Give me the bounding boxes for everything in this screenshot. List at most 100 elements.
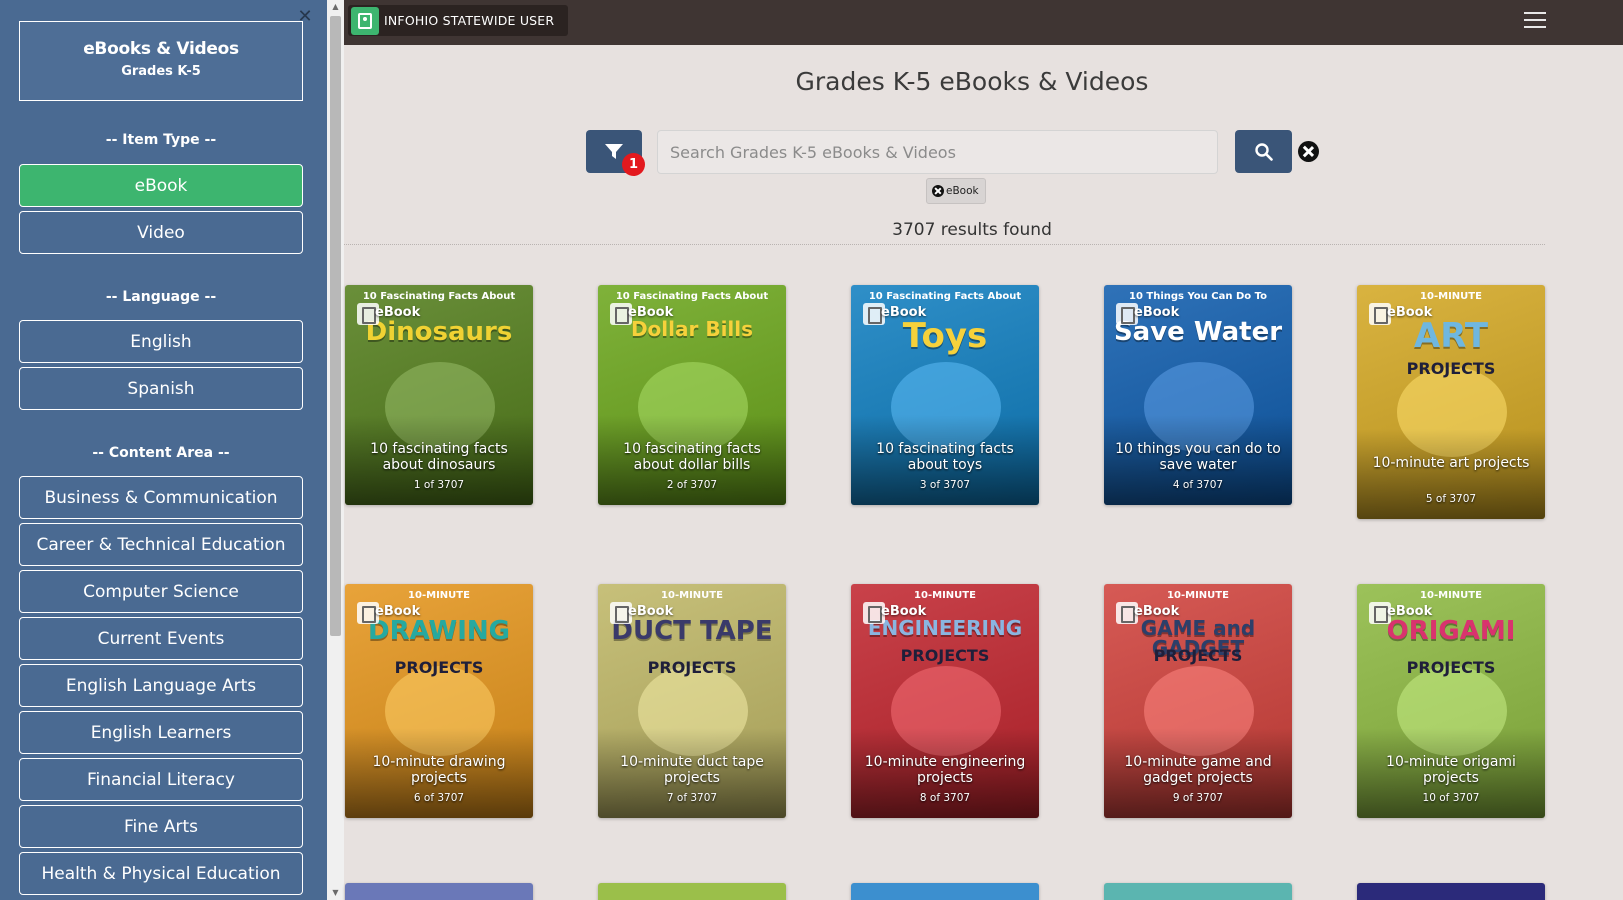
book-position: 2 of 3707 xyxy=(666,479,718,491)
book-card[interactable]: 10 Fascinating Facts About Dollar Bills eB… xyxy=(598,285,786,505)
filter-button[interactable]: 1 xyxy=(586,130,645,176)
book-card[interactable]: 10-MINUTE ENGINEERING PROJECTS eBook 10-minu… xyxy=(851,584,1039,818)
content-area-current-events[interactable]: Current Events xyxy=(19,617,303,660)
book-caption: 10-minute game and gadget projects xyxy=(1124,754,1272,786)
user-badge[interactable]: INFOHIO STATEWIDE USER xyxy=(348,5,569,36)
cover-projects-text: PROJECTS xyxy=(647,658,737,677)
item-type-label: eBook xyxy=(375,305,421,320)
section-language: -- Language -- xyxy=(105,289,217,305)
book-caption: 10-minute engineering projects xyxy=(864,754,1026,786)
book-position: 3 of 3707 xyxy=(919,479,971,491)
caption-shade xyxy=(1357,429,1545,519)
book-position: 8 of 3707 xyxy=(919,792,971,804)
cover-series-text: 10-MINUTE xyxy=(408,590,470,601)
filter-count-badge: 1 xyxy=(622,153,645,176)
section-content-area: -- Content Area -- xyxy=(92,445,230,461)
book-card[interactable]: 10-MINUTE GAME and GADGET PROJECTS eBook 10-… xyxy=(1104,584,1292,818)
book-caption: 10-minute duct tape projects xyxy=(620,754,764,786)
book-caption: 10 fascinating facts about toys xyxy=(876,441,1014,473)
scroll-thumb[interactable] xyxy=(330,16,341,636)
magnifier-icon xyxy=(1255,143,1273,161)
item-type-label: eBook xyxy=(1134,604,1180,619)
content-area-english-language-arts[interactable]: English Language Arts xyxy=(19,664,303,707)
filter-english-button[interactable]: English xyxy=(19,320,303,363)
sidebar-title: eBooks & Videos xyxy=(83,39,239,59)
book-card-partial[interactable] xyxy=(1104,883,1292,900)
search-button[interactable] xyxy=(1235,130,1292,173)
remove-chip-icon[interactable] xyxy=(932,185,944,197)
cover-projects-text: PROJECTS xyxy=(1406,359,1496,378)
content-area-financial-literacy[interactable]: Financial Literacy xyxy=(19,758,303,801)
book-caption: 10-minute drawing projects xyxy=(372,754,506,786)
item-type-label: eBook xyxy=(1387,604,1433,619)
book-caption: 10 things you can do to save water xyxy=(1115,441,1281,473)
content-area-business[interactable]: Business & Communication xyxy=(19,476,303,519)
cover-series-text: 10-MINUTE xyxy=(1420,291,1482,302)
book-card[interactable]: 10-MINUTE ART PROJECTS eBook 10-minute art p… xyxy=(1357,285,1545,519)
cover-series-text: 10 Fascinating Facts About xyxy=(868,291,1022,302)
cover-projects-text: PROJECTS xyxy=(1406,658,1496,677)
top-bar: INFOHIO STATEWIDE USER xyxy=(344,0,1623,45)
clear-search-icon[interactable] xyxy=(1298,141,1319,162)
cover-series-text: 10-MINUTE xyxy=(661,590,723,601)
cover-series-text: 10-MINUTE xyxy=(914,590,976,601)
content-area-fine-arts[interactable]: Fine Arts xyxy=(19,805,303,848)
book-caption: 10 fascinating facts about dollar bills xyxy=(623,441,761,473)
user-name: INFOHIO STATEWIDE USER xyxy=(384,13,555,28)
scroll-up-arrow-icon[interactable]: ▲ xyxy=(327,0,344,14)
book-caption: 10 fascinating facts about dinosaurs xyxy=(370,441,508,473)
chip-label: eBook xyxy=(946,185,979,197)
book-card[interactable]: 10-MINUTE ORIGAMI PROJECTS eBook 10-minute o… xyxy=(1357,584,1545,818)
sidebar-scrollbar[interactable]: ▲ ▼ xyxy=(327,0,344,900)
item-type-label: eBook xyxy=(881,305,927,320)
page-title: Grades K-5 eBooks & Videos xyxy=(795,67,1149,96)
sidebar: ✕ eBooks & Videos Grades K-5 -- Item Typ… xyxy=(0,0,327,900)
book-card[interactable]: 10 Fascinating Facts About Toys eBook 10 fa… xyxy=(851,285,1039,505)
book-card-partial[interactable] xyxy=(1357,883,1545,900)
section-item-type: -- Item Type -- xyxy=(105,132,217,148)
book-card[interactable]: 10 Things You Can Do To Save Water eBook 10… xyxy=(1104,285,1292,505)
book-position: 5 of 3707 xyxy=(1425,493,1477,505)
cover-series-text: 10 Things You Can Do To xyxy=(1129,291,1267,302)
content-area-computer-science[interactable]: Computer Science xyxy=(19,570,303,613)
scroll-down-arrow-icon[interactable]: ▼ xyxy=(327,886,344,900)
user-card-icon xyxy=(351,6,379,35)
book-caption: 10-minute origami projects xyxy=(1386,754,1516,786)
content-area-english-learners[interactable]: English Learners xyxy=(19,711,303,754)
book-card[interactable]: 10-MINUTE DRAWING PROJECTS eBook 10-minute d… xyxy=(345,584,533,818)
content-area-career-technical[interactable]: Career & Technical Education xyxy=(19,523,303,566)
hamburger-menu-icon[interactable] xyxy=(1524,12,1546,30)
book-card-partial[interactable] xyxy=(345,883,533,900)
item-type-label: eBook xyxy=(628,604,674,619)
item-type-label: eBook xyxy=(375,604,421,619)
filter-video-button[interactable]: Video xyxy=(19,211,303,254)
cover-projects-text: PROJECTS xyxy=(1153,646,1243,665)
book-caption: 10-minute art projects xyxy=(1372,455,1530,471)
sidebar-subtitle: Grades K-5 xyxy=(121,64,201,79)
filter-spanish-button[interactable]: Spanish xyxy=(19,367,303,410)
book-card[interactable]: 10 Fascinating Facts About Dinosaurs eBook… xyxy=(345,285,533,505)
book-position: 4 of 3707 xyxy=(1172,479,1224,491)
item-type-label: eBook xyxy=(628,305,674,320)
content-area-health-pe[interactable]: Health & Physical Education xyxy=(19,852,303,895)
cover-series-text: 10 Fascinating Facts About xyxy=(362,291,516,302)
cover-series-text: 10 Fascinating Facts About xyxy=(615,291,769,302)
book-position: 9 of 3707 xyxy=(1172,792,1224,804)
cover-series-text: 10-MINUTE xyxy=(1420,590,1482,601)
book-position: 6 of 3707 xyxy=(413,792,465,804)
search-input[interactable] xyxy=(657,130,1218,174)
item-type-label: eBook xyxy=(1134,305,1180,320)
book-position: 1 of 3707 xyxy=(413,479,465,491)
results-divider xyxy=(344,244,1545,245)
filter-ebook-button[interactable]: eBook xyxy=(19,164,303,207)
book-card-partial[interactable] xyxy=(598,883,786,900)
book-card[interactable]: 10-MINUTE DUCT TAPE PROJECTS eBook 10-minute… xyxy=(598,584,786,818)
funnel-icon xyxy=(605,144,623,159)
active-filter-chip[interactable]: eBook xyxy=(926,178,986,204)
sidebar-header: eBooks & Videos Grades K-5 xyxy=(19,21,303,101)
book-card-partial[interactable] xyxy=(851,883,1039,900)
results-count: 3707 results found xyxy=(892,220,1052,240)
cover-projects-text: PROJECTS xyxy=(900,646,990,665)
book-position: 7 of 3707 xyxy=(666,792,718,804)
cover-series-text: 10-MINUTE xyxy=(1167,590,1229,601)
